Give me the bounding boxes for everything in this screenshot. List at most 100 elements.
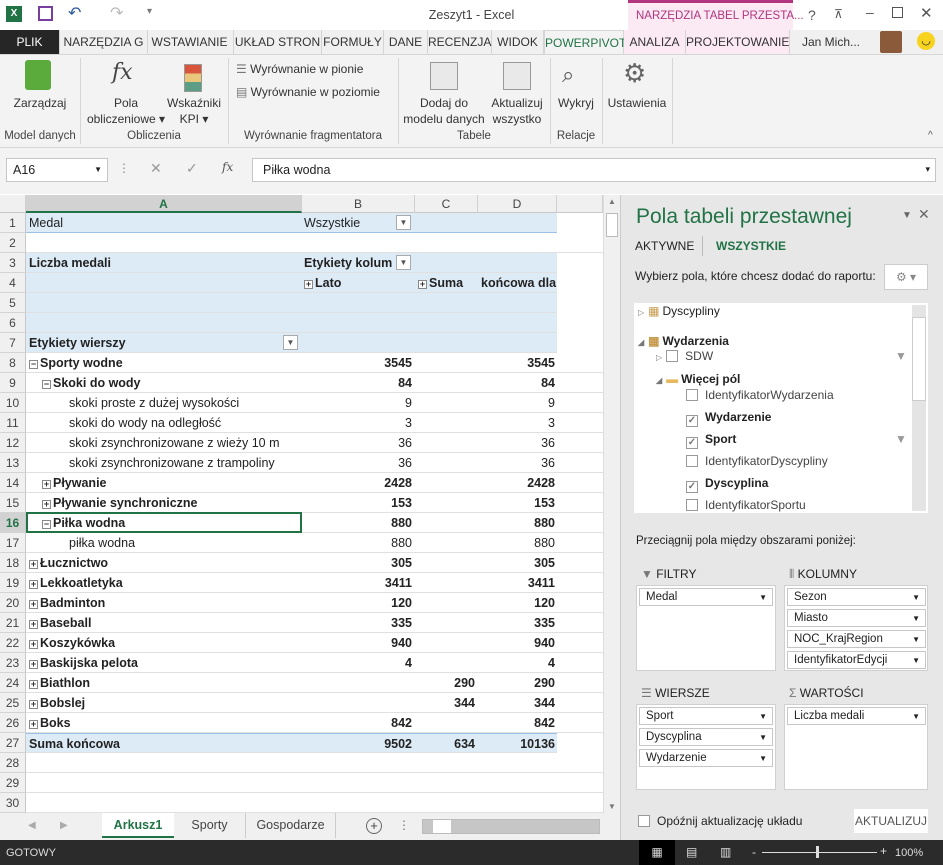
expand-icon[interactable]: + [29,660,38,669]
align-vertical-button[interactable]: ☰ Wyrównanie w pionie [236,61,363,77]
cell-a[interactable]: + Boks [29,713,299,733]
select-all-corner[interactable] [0,195,26,213]
zoom-level[interactable]: 100% [895,847,923,859]
cell-a[interactable]: − Skoki do wody [42,373,312,393]
cell-b[interactable]: 305 [302,553,412,573]
cell-c[interactable]: 290 [415,673,475,693]
row-labels-filter-icon[interactable]: ▼ [283,335,298,350]
area-field-columns[interactable]: IdentyfikatorEdycji ▼ [787,651,926,669]
cell-a[interactable]: + Biathlon [29,673,299,693]
checkbox[interactable]: ✓ [686,481,698,493]
area-field-values[interactable]: Liczba medali ▼ [787,707,926,725]
row-header[interactable]: 24 [0,673,26,693]
cell-d[interactable]: 3545 [478,353,555,373]
cell-d[interactable]: 305 [478,553,555,573]
row-header[interactable]: 14 [0,473,26,493]
new-sheet-icon[interactable]: + [366,818,382,834]
cell-b[interactable]: 3 [302,413,412,433]
cell-b[interactable]: 335 [302,613,412,633]
dropdown-icon[interactable]: ▼ [396,215,411,230]
cell-b[interactable]: 84 [302,373,412,393]
enter-icon[interactable]: ✓ [186,160,198,177]
row-header[interactable]: 2 [0,233,26,253]
kpi-button[interactable]: Wskaźniki KPI ▾ [165,95,223,127]
cell-a[interactable]: + Koszykówka [29,633,299,653]
help-icon[interactable]: ? [808,7,816,23]
row-header[interactable]: 3 [0,253,26,273]
cell-b[interactable]: 120 [302,593,412,613]
row-header[interactable]: 15 [0,493,26,513]
row-header[interactable]: 28 [0,753,26,773]
row-header[interactable]: 22 [0,633,26,653]
cell-d[interactable]: 3 [478,413,555,433]
normal-view-icon[interactable]: ▦ [639,840,675,865]
row-header[interactable]: 27 [0,733,26,753]
tab-active-fields[interactable]: AKTYWNE [635,239,694,253]
add-to-data-model-button[interactable]: Dodaj do modelu danych [398,95,490,127]
row-header[interactable]: 8 [0,353,26,373]
ribbon-display-icon[interactable]: ⊼ [834,7,843,21]
expand-icon[interactable]: ▷ [656,353,662,362]
cell-d[interactable]: 3411 [478,573,555,593]
tab-recenzja[interactable]: RECENZJA [428,30,492,54]
area-field-rows[interactable]: Sport ▼ [639,707,773,725]
column-header-c[interactable]: C [415,195,478,213]
cell-b[interactable]: 842 [302,713,412,733]
cell-b[interactable]: 3411 [302,573,412,593]
cell-c[interactable]: + Suma [418,273,478,293]
cell-d[interactable]: 290 [478,673,555,693]
cell-b[interactable]: 36 [302,433,412,453]
row-header[interactable]: 7 [0,333,26,353]
row-header[interactable]: 30 [0,793,26,813]
cell-b[interactable]: Etykiety kolum [304,253,399,273]
row-header[interactable]: 12 [0,433,26,453]
row-header[interactable]: 13 [0,453,26,473]
manage-button[interactable]: Zarządzaj [5,95,75,111]
tab-narzędzia-g[interactable]: NARZĘDZIA G [60,30,148,54]
cell-d[interactable]: 940 [478,633,555,653]
tab-układ-stron[interactable]: UKŁAD STRON [234,30,322,54]
row-header[interactable]: 5 [0,293,26,313]
expand-icon[interactable]: + [29,680,38,689]
cell-b[interactable]: 2428 [302,473,412,493]
dropdown-icon[interactable]: ▼ [912,590,920,606]
cell-a[interactable]: Etykiety wierszy [29,333,299,353]
field-table[interactable]: ◢ ▦ Wydarzenia [638,334,729,348]
cell-b[interactable]: 9 [302,393,412,413]
checkbox[interactable]: ✓ [686,437,698,449]
cell-d[interactable]: 36 [478,453,555,473]
checkbox[interactable] [686,455,698,467]
cell-d[interactable]: 153 [478,493,555,513]
cell-b[interactable]: Wszystkie [304,213,399,233]
row-header[interactable]: 17 [0,533,26,553]
cell-d[interactable]: 84 [478,373,555,393]
cell-a[interactable]: skoki proste z dużej wysokości [69,393,339,413]
cell-d[interactable]: 335 [478,613,555,633]
cell-c[interactable]: 634 [415,734,475,754]
cell-a[interactable]: + Łucznictwo [29,553,299,573]
cell-a[interactable]: − Sporty wodne [29,353,299,373]
avatar[interactable] [880,31,902,53]
field-list-scrollbar[interactable] [912,305,926,511]
cancel-icon[interactable]: ✕ [150,160,162,177]
expand-icon[interactable]: + [29,640,38,649]
area-field-rows[interactable]: Dyscyplina ▼ [639,728,773,746]
cell-d[interactable]: 10136 [478,734,555,754]
align-horizontal-button[interactable]: ▤ Wyrównanie w poziomie [236,84,380,100]
tab-wstawianie[interactable]: WSTAWIANIE [146,30,234,54]
detect-button[interactable]: Wykryj [553,95,599,111]
tab-all-fields[interactable]: WSZYSTKIE [716,239,786,253]
pane-close-icon[interactable]: ✕ [918,206,930,223]
cell-d[interactable]: 9 [478,393,555,413]
cell-b[interactable]: 36 [302,453,412,473]
row-header[interactable]: 26 [0,713,26,733]
zoom-in-icon[interactable]: + [880,844,887,858]
zoom-slider[interactable] [762,846,877,858]
collapse-icon[interactable]: ◢ [638,338,644,347]
row-header[interactable]: 19 [0,573,26,593]
field-field[interactable]: ✓ Wydarzenie [686,410,771,427]
column-header-a[interactable]: A [26,195,302,213]
row-header[interactable]: 18 [0,553,26,573]
cell-a[interactable]: + Pływanie [42,473,312,493]
area-field-columns[interactable]: NOC_KrajRegion ▼ [787,630,926,648]
